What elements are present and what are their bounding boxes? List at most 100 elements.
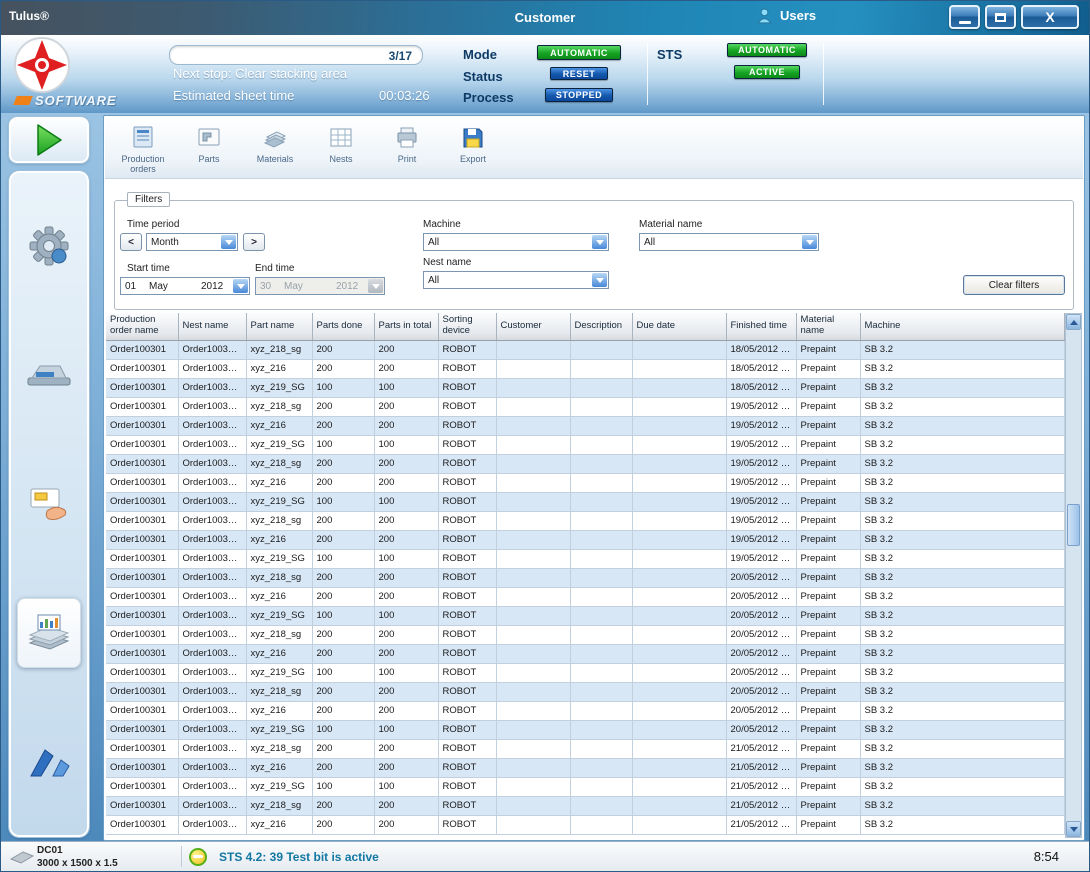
table-row[interactable]: Order100301Order100301001xyz_216200200RO… [106,416,1065,435]
toolbar-parts[interactable]: Parts [177,122,241,164]
start-button[interactable] [9,117,89,163]
table-cell [496,815,570,834]
table-cell [570,796,632,815]
table-cell: SB 3.2 [860,682,1065,701]
table-row[interactable]: Order100301Order100301001xyz_219_SG10010… [106,549,1065,568]
table-row[interactable]: Order100301Order100301001xyz_219_SG10010… [106,492,1065,511]
material-name-value: All [644,237,655,248]
table-row[interactable]: Order100301Order100301001xyz_216200200RO… [106,359,1065,378]
toolbar-print[interactable]: Print [375,122,439,164]
column-header[interactable]: Parts done [312,313,374,340]
column-header[interactable]: Customer [496,313,570,340]
table-cell: Order100301 [106,435,178,454]
maximize-button[interactable] [985,5,1016,29]
clear-filters-button[interactable]: Clear filters [963,275,1065,295]
table-cell: 200 [312,568,374,587]
table-cell: 20/05/2012 3:23 [726,587,796,606]
mode-indicator[interactable]: AUTOMATIC [537,45,621,60]
table-row[interactable]: Order100301Order100301001xyz_218_sg20020… [106,454,1065,473]
column-header[interactable]: Sorting device [438,313,496,340]
table-row[interactable]: Order100301Order100301001xyz_219_SG10010… [106,720,1065,739]
table-row[interactable]: Order100301Order100301001xyz_216200200RO… [106,530,1065,549]
status-indicator[interactable]: RESET [550,67,608,80]
column-header[interactable]: Description [570,313,632,340]
chevron-down-icon [592,235,607,249]
chevron-down-icon [368,279,383,293]
column-header[interactable]: Parts in total [374,313,438,340]
table-cell [632,815,726,834]
close-button[interactable]: X [1021,5,1079,29]
next-period-button[interactable]: > [243,233,265,251]
scroll-down-button[interactable] [1066,821,1081,837]
table-cell: 21/05/2012 9:55 [726,815,796,834]
table-cell: Order100301 [106,340,178,359]
table-cell: Order100301001 [178,739,246,758]
column-header[interactable]: Machine [860,313,1065,340]
table-cell [496,568,570,587]
table-row[interactable]: Order100301Order100301001xyz_218_sg20020… [106,682,1065,701]
toolbar-materials[interactable]: Materials [243,122,307,164]
table-cell: xyz_218_sg [246,739,312,758]
table-row[interactable]: Order100301Order100301001xyz_219_SG10010… [106,663,1065,682]
table-cell: 200 [312,739,374,758]
start-time-select[interactable]: 01 May 2012 [120,277,250,295]
column-header[interactable]: Part name [246,313,312,340]
table-row[interactable]: Order100301Order100301001xyz_218_sg20020… [106,739,1065,758]
table-row[interactable]: Order100301Order100301001xyz_218_sg20020… [106,397,1065,416]
scrollbar-thumb[interactable] [1067,504,1080,546]
scroll-up-button[interactable] [1066,314,1081,330]
table-cell [632,397,726,416]
toolbar-export[interactable]: Export [441,122,505,164]
table-cell: 200 [312,587,374,606]
column-header[interactable]: Material name [796,313,860,340]
table-cell: 20/05/2012 6:38 [726,682,796,701]
table-row[interactable]: Order100301Order100301001xyz_219_SG10010… [106,606,1065,625]
column-header[interactable]: Production order name [106,313,178,340]
table-cell: ROBOT [438,397,496,416]
table-cell [496,416,570,435]
table-row[interactable]: Order100301Order100301001xyz_218_sg20020… [106,796,1065,815]
nest-name-select[interactable]: All [423,271,609,289]
table-row[interactable]: Order100301Order100301001xyz_218_sg20020… [106,340,1065,359]
sidebar-button-settings[interactable] [17,211,81,281]
table-row[interactable]: Order100301Order100301001xyz_218_sg20020… [106,625,1065,644]
time-period-label: Time period [127,219,179,230]
table-row[interactable]: Order100301Order100301001xyz_216200200RO… [106,758,1065,777]
minimize-button[interactable] [949,5,980,29]
table-row[interactable]: Order100301Order100301001xyz_216200200RO… [106,815,1065,834]
table-row[interactable]: Order100301Order100301001xyz_218_sg20020… [106,568,1065,587]
sts-status-indicator[interactable]: ACTIVE [734,65,800,79]
previous-period-button[interactable]: < [120,233,142,251]
table-row[interactable]: Order100301Order100301001xyz_219_SG10010… [106,777,1065,796]
table-row[interactable]: Order100301Order100301001xyz_216200200RO… [106,701,1065,720]
toolbar-production-orders[interactable]: Production orders [111,122,175,175]
sidebar-button-tools[interactable] [17,727,81,797]
sts-mode-indicator[interactable]: AUTOMATIC [727,43,807,57]
sidebar-button-machine[interactable] [17,340,81,410]
toolbar-label: Nests [329,154,352,164]
users-menu[interactable]: Users [756,7,816,24]
column-header[interactable]: Due date [632,313,726,340]
table-cell: SB 3.2 [860,416,1065,435]
material-name-select[interactable]: All [639,233,819,251]
mode-label: Mode [463,47,497,62]
process-indicator[interactable]: STOPPED [545,88,613,102]
table-row[interactable]: Order100301Order100301001xyz_218_sg20020… [106,511,1065,530]
table-cell: 200 [312,625,374,644]
table-cell: Order100301 [106,454,178,473]
table-row[interactable]: Order100301Order100301001xyz_219_SG10010… [106,378,1065,397]
sheet-progress-field[interactable]: 3/17 [169,45,423,65]
machine-status-icon[interactable] [189,848,207,866]
time-period-select[interactable]: Month [146,233,238,251]
table-row[interactable]: Order100301Order100301001xyz_216200200RO… [106,473,1065,492]
column-header[interactable]: Finished time [726,313,796,340]
table-scrollbar[interactable] [1065,313,1082,838]
toolbar-nests[interactable]: Nests [309,122,373,164]
machine-select[interactable]: All [423,233,609,251]
table-row[interactable]: Order100301Order100301001xyz_216200200RO… [106,644,1065,663]
table-row[interactable]: Order100301Order100301001xyz_219_SG10010… [106,435,1065,454]
sidebar-button-reports[interactable] [17,598,81,668]
sidebar-button-part-handling[interactable] [17,469,81,539]
column-header[interactable]: Nest name [178,313,246,340]
table-row[interactable]: Order100301Order100301001xyz_216200200RO… [106,587,1065,606]
